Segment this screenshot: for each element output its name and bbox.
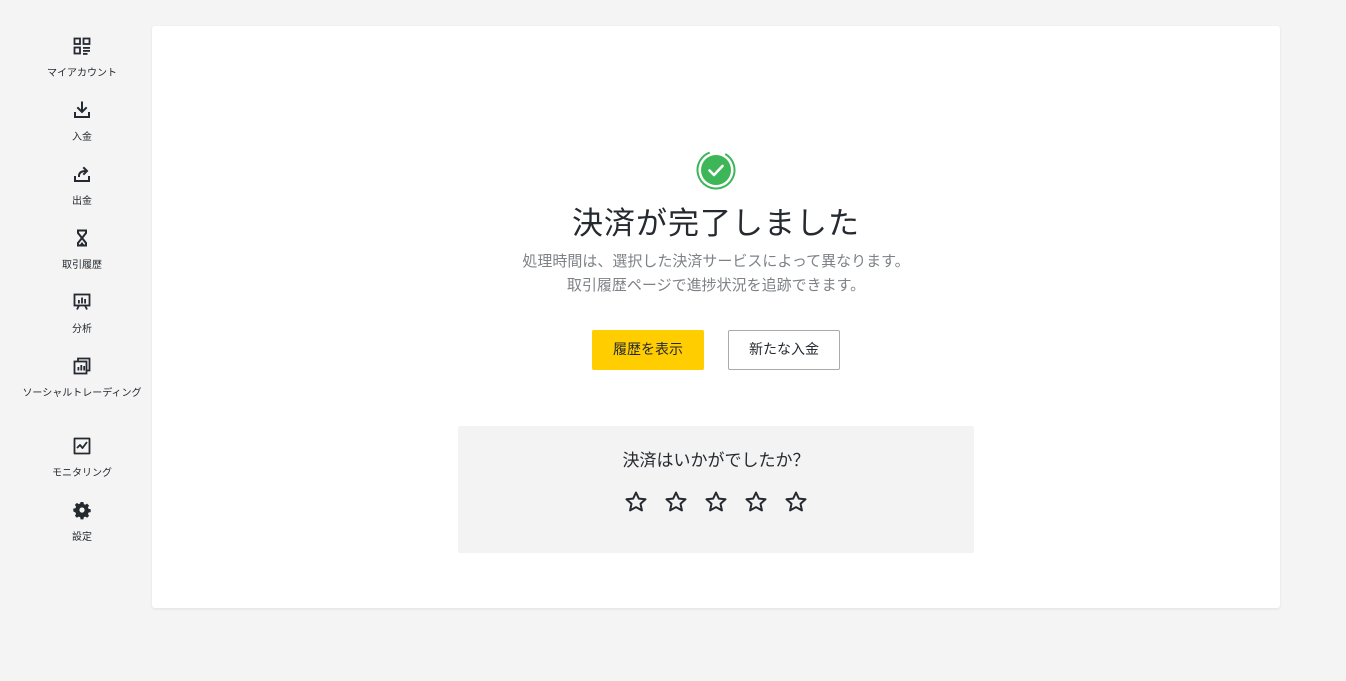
sidebar-item-label: ソーシャルトレーディング [22,388,142,399]
sidebar: マイアカウント 入金 出金 取引履歴 分析 ソーシャルトレーディング モニタリン… [0,0,164,681]
sidebar-item-monitoring[interactable]: モニタリング [22,436,142,482]
sidebar-item-label: 入金 [72,132,92,143]
sidebar-item-social-trading[interactable]: ソーシャルトレーディング [22,356,142,402]
subtitle-line-2: 取引履歴ページで進捗状況を追跡できます。 [566,276,866,294]
sidebar-item-label: 分析 [72,324,92,335]
sidebar-item-label: モニタリング [52,468,112,479]
upload-share-icon [72,164,92,184]
presentation-chart-icon [72,292,92,312]
copy-trading-icon [72,356,92,376]
sidebar-item-label: 設定 [72,532,92,543]
sidebar-item-withdrawal[interactable]: 出金 [22,164,142,210]
subtitle-line-1: 処理時間は、選択した決済サービスによって異なります。 [522,252,910,270]
sidebar-item-label: 出金 [72,196,92,207]
page-title: 決済が完了しました [572,206,860,242]
monitoring-chart-icon [72,436,92,456]
new-deposit-button[interactable]: 新たな入金 [728,330,840,370]
gear-icon [72,500,92,520]
sidebar-item-label: マイアカウント [47,68,117,79]
download-icon [72,100,92,120]
sidebar-item-label: 取引履歴 [62,260,102,271]
hourglass-icon [72,228,92,248]
sidebar-item-deposit[interactable]: 入金 [22,100,142,146]
rating-stars [622,488,822,516]
view-history-button[interactable]: 履歴を表示 [592,330,704,370]
check-circle-icon [696,150,736,190]
star-icon[interactable] [742,488,770,516]
sidebar-item-history[interactable]: 取引履歴 [22,228,142,274]
star-icon[interactable] [702,488,730,516]
star-icon[interactable] [782,488,810,516]
rating-panel: 決済はいかがでしたか？ [458,426,974,553]
sidebar-item-my-account[interactable]: マイアカウント [22,36,142,82]
rating-question: 決済はいかがでしたか？ [622,451,810,471]
star-icon[interactable] [622,488,650,516]
main-card: 決済が完了しました 処理時間は、選択した決済サービスによって異なります。 取引履… [152,26,1280,608]
sidebar-item-settings[interactable]: 設定 [22,500,142,546]
sidebar-item-analysis[interactable]: 分析 [22,292,142,338]
dashboard-icon [72,36,92,56]
star-icon[interactable] [662,488,690,516]
